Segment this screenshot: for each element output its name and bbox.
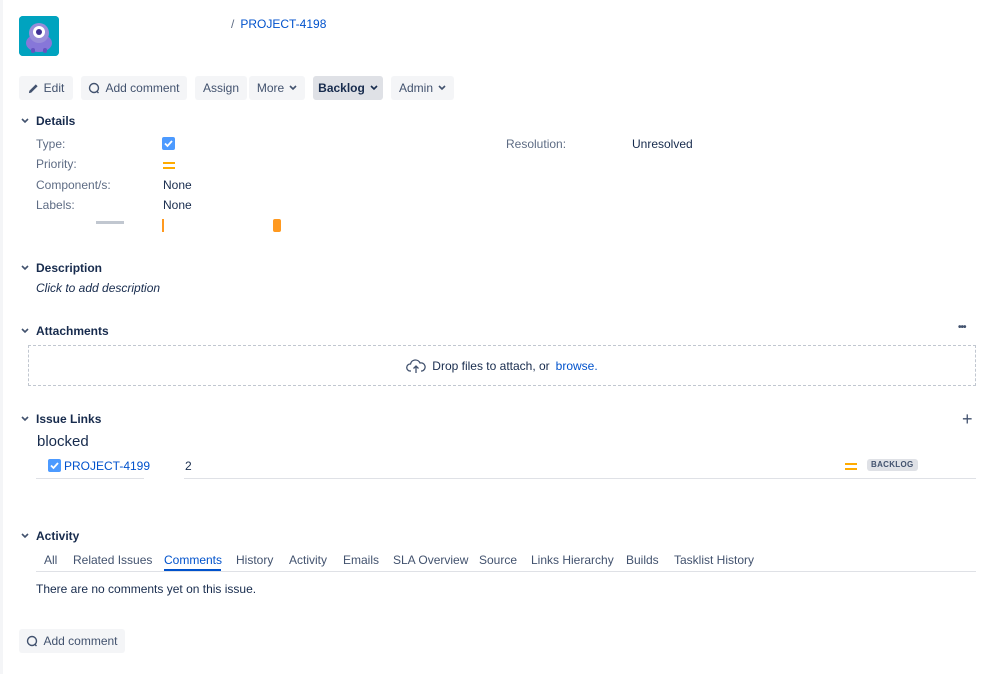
chevron-down-icon <box>21 416 29 422</box>
comment-icon <box>89 82 100 94</box>
activity-title: Activity <box>36 529 80 543</box>
status-button[interactable]: Backlog <box>313 76 383 100</box>
description-placeholder[interactable]: Click to add description <box>36 281 160 295</box>
add-comment-button-label: Add comment <box>105 81 180 95</box>
link-row-divider <box>184 478 976 479</box>
edit-button[interactable]: Edit <box>19 76 73 100</box>
tab-comments[interactable]: Comments <box>164 553 222 567</box>
assign-button-label: Assign <box>202 81 240 95</box>
attachments-title: Attachments <box>36 324 109 338</box>
assign-button[interactable]: Assign <box>195 76 247 100</box>
attachments-header[interactable]: Attachments <box>20 324 109 338</box>
tab-sla-overview[interactable]: SLA Overview <box>393 553 468 567</box>
description-title: Description <box>36 261 103 275</box>
linked-task-type-icon <box>48 459 61 472</box>
issue-key-link[interactable]: PROJECT-4198 <box>240 17 326 31</box>
tab-builds[interactable]: Builds <box>626 553 659 567</box>
progress-bar-end <box>273 219 281 232</box>
monster-avatar-icon <box>19 16 59 56</box>
comment-icon <box>27 635 38 647</box>
tab-emails[interactable]: Emails <box>343 553 379 567</box>
clipped-field-label <box>96 221 124 224</box>
task-type-icon <box>162 137 175 150</box>
edit-button-label: Edit <box>43 81 65 95</box>
tab-related-issues[interactable]: Related Issues <box>73 553 152 567</box>
priority-medium-icon <box>163 160 175 174</box>
resolution-label: Resolution: <box>506 137 567 151</box>
chevron-down-icon <box>289 85 297 91</box>
breadcrumb-separator: / <box>231 17 235 31</box>
add-link-button[interactable]: + <box>962 409 973 429</box>
browse-link[interactable]: browse. <box>556 359 598 373</box>
admin-button-label: Admin <box>398 81 433 95</box>
linked-priority-medium-icon <box>845 461 857 475</box>
progress-bar-start <box>162 219 164 232</box>
status-button-label: Backlog <box>318 81 365 95</box>
chevron-down-icon <box>438 85 446 91</box>
components-label: Component/s: <box>36 178 111 192</box>
breadcrumb: / PROJECT-4198 <box>231 17 326 31</box>
labels-label: Labels: <box>36 198 75 212</box>
attachments-menu-button[interactable]: ••• <box>958 322 966 333</box>
more-button[interactable]: More <box>249 76 305 100</box>
tab-source[interactable]: Source <box>479 553 517 567</box>
resolution-value: Unresolved <box>632 137 693 151</box>
chevron-down-icon <box>370 85 378 91</box>
project-avatar[interactable] <box>19 16 59 56</box>
linked-issue-summary[interactable]: 2 <box>185 459 192 473</box>
add-comment-button[interactable]: Add comment <box>81 76 187 100</box>
chevron-down-icon <box>21 328 29 334</box>
details-header[interactable]: Details <box>20 114 75 128</box>
bottom-add-comment-label: Add comment <box>43 634 118 648</box>
chevron-down-icon <box>21 265 29 271</box>
chevron-down-icon <box>21 533 29 539</box>
issue-links-header[interactable]: Issue Links <box>20 412 101 426</box>
linked-issue-key[interactable]: PROJECT-4199 <box>64 459 150 473</box>
labels-value[interactable]: None <box>163 198 192 212</box>
more-button-label: More <box>256 81 285 95</box>
admin-button[interactable]: Admin <box>391 76 454 100</box>
tab-links-hierarchy[interactable]: Links Hierarchy <box>531 553 614 567</box>
tab-activity[interactable]: Activity <box>289 553 327 567</box>
components-value[interactable]: None <box>163 178 192 192</box>
tab-history[interactable]: History <box>236 553 273 567</box>
type-label: Type: <box>36 137 66 151</box>
linked-status-lozenge: BACKLOG <box>867 459 918 471</box>
tabs-divider <box>36 571 976 572</box>
activity-header[interactable]: Activity <box>20 529 79 543</box>
priority-label: Priority: <box>36 157 77 171</box>
details-title: Details <box>36 114 76 128</box>
tab-all[interactable]: All <box>44 553 57 567</box>
attachment-dropzone[interactable]: Drop files to attach, or browse. <box>28 345 976 386</box>
link-relation-heading: blocked <box>37 433 89 450</box>
pencil-icon <box>28 83 38 93</box>
left-border <box>0 0 3 674</box>
bottom-add-comment-button[interactable]: Add comment <box>19 629 125 653</box>
cloud-upload-icon <box>406 358 427 373</box>
drop-files-text: Drop files to attach, or <box>432 358 550 373</box>
tab-tasklist-history[interactable]: Tasklist History <box>674 553 754 567</box>
issue-links-title: Issue Links <box>36 412 102 426</box>
chevron-down-icon <box>21 118 29 124</box>
description-header[interactable]: Description <box>20 261 102 275</box>
active-tab-indicator <box>164 569 221 571</box>
link-row-divider <box>36 478 144 479</box>
no-comments-text: There are no comments yet on this issue. <box>36 582 257 596</box>
